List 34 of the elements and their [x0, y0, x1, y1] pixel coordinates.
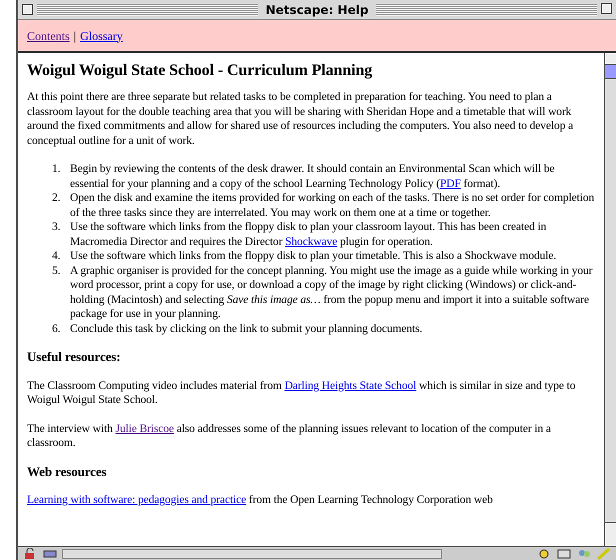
- list-item-text: Conclude this task by clicking on the link to submit your planning documents.: [70, 322, 422, 336]
- list-number: 4.: [52, 249, 62, 264]
- list-item-text: Use the software which links from the floppy disk to plan your timetable. This is also a Shockwave module.: [70, 249, 556, 264]
- text-link[interactable]: Shockwave: [285, 236, 338, 248]
- paragraph: The interview with Julie Briscoe also addresses some of the planning issues relevant to location of the computer in a classroom.: [27, 422, 552, 450]
- section-heading: Useful resources:: [27, 350, 122, 364]
- list-item-text: Use the software which links from the floppy disk to plan your classroom layout. This has been created in Macromedia Director and requires the Director Shockwave plugin for operation.: [70, 220, 548, 249]
- list-number: 6.: [52, 322, 62, 336]
- scroll-down-icon[interactable]: [605, 522, 616, 546]
- zoom-box-icon[interactable]: [601, 2, 612, 14]
- section-heading: Web resources: [27, 464, 108, 479]
- scrollbar[interactable]: [604, 53, 616, 546]
- list-item-text: A graphic organiser is provided for the concept planning. You might use the image as a guide while working in your word processor, print a copy for use, or download a copy of the image by right clicking (Windows) or click-and-holding (Macintosh) and selecting Save this image as… from the popup menu and import it into a suitable software package for use in your planning.: [70, 264, 594, 322]
- list-number: 3.: [52, 220, 62, 235]
- list-number: 2.: [52, 191, 62, 206]
- separator-text: |: [74, 28, 76, 44]
- list-item-text: Open the disk and examine the items provided for working on each of the tasks. There is no set order for completion of the three tasks since they are interrelated. You may work on them one at a time or together.: [70, 191, 595, 220]
- text-link[interactable]: Darling Heights State School: [284, 380, 416, 392]
- close-box-icon[interactable]: [22, 4, 33, 15]
- window-title: Netscape: Help: [264, 2, 370, 16]
- nav-link[interactable]: Contents: [27, 26, 70, 44]
- nav-link[interactable]: Glossary: [80, 26, 123, 44]
- text-link[interactable]: PDF: [440, 178, 461, 190]
- paragraph: Learning with software: pedagogies and practice from the Open Learning Technology Corporation web: [27, 493, 494, 508]
- scroll-thumb[interactable]: [605, 65, 616, 79]
- page-heading: Woigul Woigul State School - Curriculum Planning: [27, 61, 374, 81]
- list-number: 1.: [52, 162, 62, 177]
- paragraph: The Classroom Computing video includes material from Darling Heights State School which is similar in size and type to Woigul Woigul State School.: [27, 378, 576, 408]
- scroll-up-icon[interactable]: [605, 53, 616, 65]
- list-item-text: Begin by reviewing the contents of the desk drawer. It should contain an Environmental Scan which will be essential for your planning and a copy of the school Learning Technology Policy (PDF format).: [70, 162, 556, 191]
- intro-paragraph: At this point there are three separate but related tasks to be completed in preparation for teaching. You need to plan a classroom layout for the double teaching area that you will be sharing with Sheridan Hope and a timetable that will work around the fixed commitments and allow for shared use of resources including the computers. You also need to develop a conceptual outline for a unit of work.: [27, 90, 574, 148]
- list-number: 5.: [52, 264, 62, 278]
- text-link[interactable]: Learning with software: pedagogies and practice: [27, 494, 246, 506]
- text-link[interactable]: Julie Briscoe: [115, 422, 174, 434]
